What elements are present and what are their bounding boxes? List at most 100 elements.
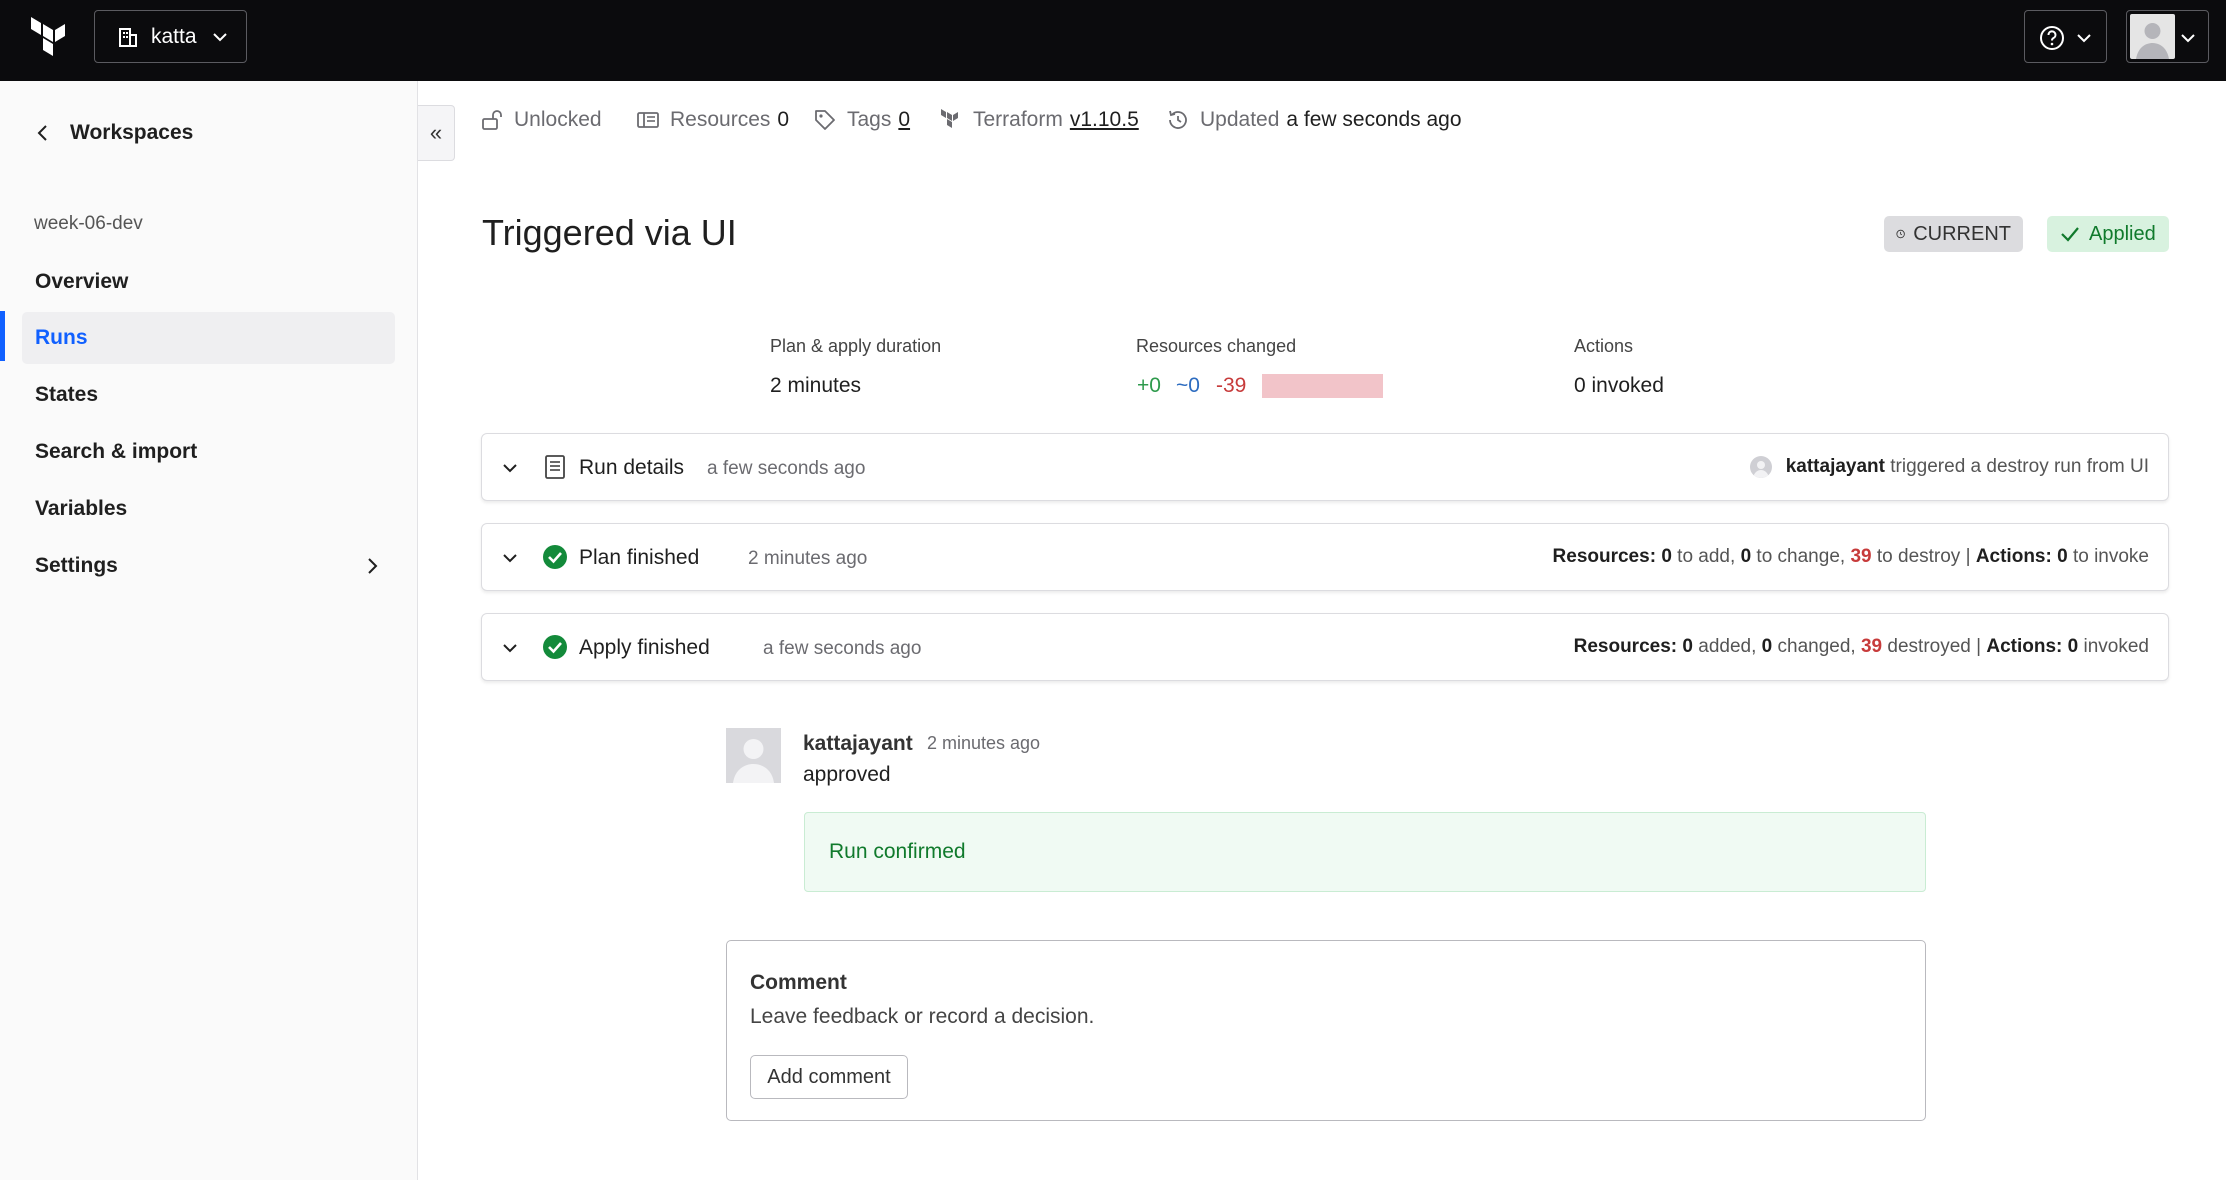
collapse-glyph: «: [429, 120, 443, 145]
sidebar-item-label: Settings: [35, 554, 118, 577]
org-switcher[interactable]: katta: [94, 10, 247, 63]
sidebar-item-label: Overview: [35, 270, 129, 293]
updated-value: a few seconds ago: [1286, 108, 1462, 131]
apply-summary: Resources: 0 added, 0 changed, 39 destro…: [1574, 636, 2149, 658]
summary-add-label: added,: [1698, 636, 1757, 657]
comment-author[interactable]: kattajayant: [803, 732, 913, 756]
terraform-label: Terraform: [973, 108, 1063, 131]
terraform-version[interactable]: Terraform v1.10.5: [939, 103, 1139, 137]
chevron-down-icon[interactable]: [501, 459, 519, 477]
sidebar-item-runs[interactable]: Runs: [22, 312, 395, 364]
summary-add-count: 0: [1682, 636, 1693, 657]
tags-link[interactable]: Tags 0: [813, 103, 910, 137]
top-bar: katta: [0, 0, 2226, 81]
summary-resources-label: Resources:: [1573, 636, 1678, 657]
terraform-logo[interactable]: [28, 16, 72, 60]
back-link-label: Workspaces: [70, 121, 194, 144]
summary-add-count: 0: [1661, 546, 1672, 567]
page-title: Triggered via UI: [482, 212, 737, 253]
summary-actions-count: 0: [2057, 546, 2068, 567]
summary-actions-count: 0: [2067, 636, 2079, 657]
summary-change-count: 0: [1740, 546, 1752, 567]
unlock-icon: [482, 110, 502, 130]
help-menu-button[interactable]: [2024, 10, 2107, 63]
panel-title: Run details: [579, 456, 685, 479]
user-menu-button[interactable]: [2126, 10, 2209, 63]
comment-text: approved: [803, 763, 891, 786]
confirmed-label: Run confirmed: [829, 840, 966, 863]
updated-time: Updated a few seconds ago: [1166, 103, 1462, 137]
summary-change-label: to change,: [1756, 546, 1846, 567]
panel-title: Apply finished: [579, 636, 710, 659]
user-icon: [733, 739, 774, 783]
resources-changed-label: Resources changed: [1136, 336, 1297, 356]
sidebar: Workspaces week-06-dev Overview Runs Sta…: [0, 81, 418, 1180]
updated-label: Updated: [1200, 108, 1280, 131]
summary-actions-suffix: to invoke: [2072, 546, 2149, 567]
workspaces-back-link[interactable]: Workspaces: [34, 121, 193, 145]
user-icon: [1752, 461, 1769, 478]
tags-value: 0: [898, 108, 911, 131]
chevron-down-icon[interactable]: [501, 549, 519, 567]
user-icon: [2136, 23, 2169, 59]
avatar: [1749, 456, 1772, 478]
run-trigger-summary: kattajayant triggered a destroy run from…: [1749, 456, 2149, 478]
avatar: [2130, 14, 2175, 59]
sidebar-item-overview[interactable]: Overview: [22, 256, 395, 308]
help-icon: [2040, 26, 2064, 50]
chevron-down-icon[interactable]: [501, 639, 519, 657]
sidebar-item-label: Runs: [35, 326, 88, 349]
run-details-panel[interactable]: Run details a few seconds ago kattajayan…: [481, 433, 2169, 501]
trigger-user[interactable]: kattajayant: [1786, 456, 1885, 478]
current-badge-label: CURRENT: [1913, 222, 2011, 245]
document-icon: [545, 455, 565, 479]
panel-title: Plan finished: [579, 546, 700, 569]
resources-count[interactable]: Resources 0: [636, 103, 789, 137]
sidebar-item-search-import[interactable]: Search & import: [22, 426, 395, 478]
chevron-down-icon: [213, 33, 227, 42]
summary-actions-label: Actions:: [1975, 546, 2052, 567]
run-confirmed-banner: Run confirmed: [804, 812, 1926, 892]
comment-box-description: Leave feedback or record a decision.: [750, 1005, 1095, 1028]
lock-label: Unlocked: [514, 108, 602, 131]
trigger-summary: triggered a destroy run from UI: [1890, 456, 2149, 477]
duration-label: Plan & apply duration: [770, 336, 942, 356]
avatar: [726, 728, 781, 783]
lock-status[interactable]: Unlocked: [480, 103, 602, 137]
duration-value: 2 minutes: [770, 374, 862, 397]
history-icon: [1169, 110, 1187, 129]
current-badge: CURRENT: [1884, 216, 2023, 252]
sidebar-item-label: Variables: [35, 497, 128, 520]
chevron-down-icon: [2181, 34, 2195, 43]
sidebar-item-variables[interactable]: Variables: [22, 483, 395, 535]
summary-destroy-count: 39: [1860, 636, 1883, 657]
check-icon: [2061, 227, 2079, 242]
sidebar-item-label: Search & import: [35, 440, 198, 463]
chevron-left-icon: [37, 125, 47, 141]
resources-value: 0: [777, 108, 790, 131]
summary-destroy-label: to destroy: [1876, 546, 1961, 567]
plan-summary: Resources: 0 to add, 0 to change, 39 to …: [1553, 546, 2149, 568]
sidebar-item-label: States: [35, 383, 99, 406]
check-circle-icon: [543, 545, 567, 569]
resources-icon: [637, 112, 659, 128]
add-comment-button[interactable]: Add comment: [750, 1055, 908, 1099]
collapse-sidebar-button[interactable]: «: [418, 105, 455, 161]
apply-finished-panel[interactable]: Apply finished a few seconds ago Resourc…: [481, 613, 2169, 681]
comment-box-title: Comment: [750, 971, 847, 994]
org-name: katta: [151, 24, 197, 48]
summary-add-label: to add,: [1677, 546, 1736, 567]
actions-label: Actions: [1574, 336, 1634, 356]
sidebar-item-settings[interactable]: Settings: [22, 540, 395, 592]
resources-change-bar: [1262, 374, 1383, 398]
check-circle-icon: [543, 635, 567, 659]
terraform-version-value: v1.10.5: [1069, 108, 1139, 131]
sidebar-item-states[interactable]: States: [22, 369, 395, 421]
plan-finished-panel[interactable]: Plan finished 2 minutes ago Resources: 0…: [481, 523, 2169, 591]
tags-label: Tags: [847, 108, 892, 131]
tag-icon: [815, 110, 835, 130]
chevron-right-icon: [368, 558, 378, 574]
resources-label: Resources: [670, 108, 771, 131]
summary-change-label: changed,: [1777, 636, 1856, 657]
summary-destroy-count: 39: [1850, 546, 1872, 567]
